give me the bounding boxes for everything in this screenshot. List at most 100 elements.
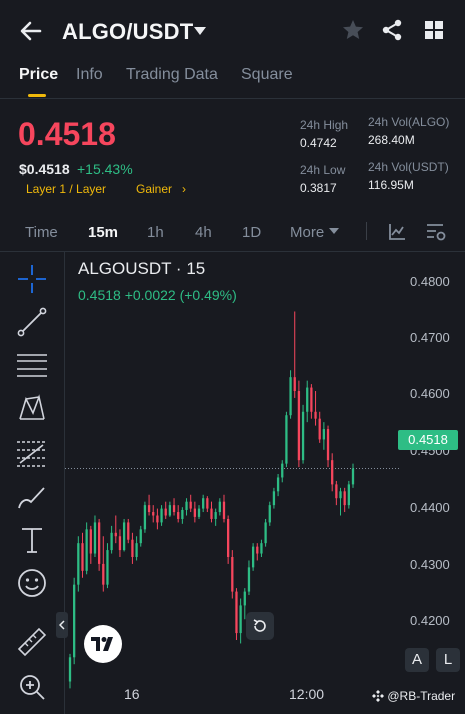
tab-bar: Price Info Trading Data Square [0, 62, 465, 98]
candle-body [147, 505, 151, 513]
vol-base-label: 24h Vol(ALGO) [368, 115, 450, 129]
candle-body [256, 546, 259, 554]
top-bar: ALGO/USDT [0, 0, 465, 62]
divider [366, 222, 367, 240]
candle-body [85, 529, 88, 571]
candle-body [143, 505, 147, 530]
horizontal-lines-icon[interactable] [15, 348, 49, 382]
candle-body [347, 484, 350, 506]
candle-body [97, 522, 101, 564]
candle-body [268, 505, 271, 523]
y-tick: 0.4800 [410, 274, 450, 289]
candle-body [264, 522, 267, 544]
tab-trading-data[interactable]: Trading Data [126, 66, 218, 84]
brush-icon[interactable] [15, 480, 49, 514]
share-icon[interactable] [380, 18, 404, 42]
candle-body [185, 501, 188, 510]
chart-legend: 0.4518 +0.0022 (+0.49%) [78, 287, 237, 303]
trend-line-icon[interactable] [15, 305, 49, 339]
candle-body [306, 387, 309, 412]
tradingview-logo-icon [91, 637, 113, 651]
tab-square[interactable]: Square [241, 66, 293, 84]
interval-1d[interactable]: 1D [242, 224, 261, 241]
emoji-icon[interactable] [15, 566, 49, 600]
ruler-icon[interactable] [15, 625, 49, 659]
candle-body [322, 429, 326, 440]
candle-body [335, 484, 338, 499]
crosshair-icon[interactable] [15, 262, 49, 296]
candle-body [310, 387, 313, 412]
candlestick-chart[interactable] [65, 252, 465, 714]
text-tool-icon[interactable] [15, 523, 49, 557]
grid-icon[interactable] [422, 18, 446, 42]
low-value: 0.3817 [300, 181, 337, 195]
interval-time[interactable]: Time [25, 224, 58, 241]
candle-body [314, 411, 317, 419]
candle-body [177, 512, 180, 519]
candle-body [293, 377, 296, 392]
caret-down-icon[interactable] [329, 227, 339, 235]
star-icon[interactable] [341, 18, 365, 42]
candle-body [214, 512, 217, 519]
back-arrow-icon[interactable] [16, 16, 46, 46]
candle-body [260, 543, 263, 554]
gainer-tag[interactable]: Gainer › [136, 182, 186, 196]
candle-body [276, 477, 280, 492]
candle-body [106, 550, 109, 585]
candle-body [243, 591, 246, 606]
active-tab-indicator [28, 94, 46, 97]
interval-1h[interactable]: 1h [147, 224, 164, 241]
candle-body [218, 501, 221, 513]
candle-body [343, 491, 346, 506]
tab-price[interactable]: Price [19, 66, 58, 84]
candle-body [89, 529, 92, 554]
candle-body [251, 546, 255, 568]
candle-body [272, 491, 276, 506]
indicators-icon[interactable] [387, 222, 407, 242]
last-price-badge: 0.4518 [398, 430, 458, 450]
candle-body [139, 529, 142, 544]
tradingview-logo[interactable] [84, 625, 122, 663]
candle-body [168, 505, 172, 516]
chart-title: ALGOUSDT · 15 [78, 259, 206, 278]
candle-body [231, 557, 234, 592]
high-label: 24h High [300, 118, 349, 132]
interval-15m[interactable]: 15m [88, 224, 118, 241]
candle-body [172, 505, 176, 513]
candle-body [131, 539, 134, 558]
candle-body [135, 543, 138, 558]
interval-more[interactable]: More [290, 224, 324, 241]
chevron-right-icon: › [182, 182, 187, 196]
candle-body [114, 532, 117, 537]
zoom-in-icon[interactable] [15, 670, 49, 704]
candle-body [122, 522, 126, 551]
interval-bar: Time 15m 1h 4h 1D More [0, 218, 465, 248]
chart-settings-icon[interactable] [425, 222, 447, 242]
low-label: 24h Low [300, 163, 346, 177]
pattern-icon[interactable] [15, 391, 49, 425]
pair-title[interactable]: ALGO/USDT [62, 19, 193, 45]
candle-body [164, 508, 167, 516]
tab-info[interactable]: Info [76, 66, 103, 84]
candle-body [152, 512, 155, 516]
log-scale-button[interactable]: L [436, 648, 460, 672]
refresh-icon [253, 619, 266, 632]
candle-body [301, 411, 305, 461]
reset-chart-button[interactable] [246, 612, 274, 640]
interval-4h[interactable]: 4h [195, 224, 212, 241]
vol-base-value: 268.40M [368, 133, 415, 147]
candle-body [118, 536, 122, 551]
vol-quote-value: 116.95M [368, 178, 414, 192]
auto-scale-button[interactable]: A [405, 648, 429, 672]
candle-body [73, 584, 76, 658]
candle-body [285, 415, 288, 464]
candle-body [339, 491, 342, 499]
caret-down-icon[interactable] [193, 25, 207, 37]
candle-body [326, 429, 330, 461]
y-tick: 0.4400 [410, 500, 450, 515]
candle-body [181, 509, 184, 519]
fib-retracement-icon[interactable] [15, 436, 49, 470]
watermark: @RB-Trader [372, 689, 455, 703]
candle-body [281, 463, 284, 478]
category-tag[interactable]: Layer 1 / Layer [26, 182, 106, 196]
